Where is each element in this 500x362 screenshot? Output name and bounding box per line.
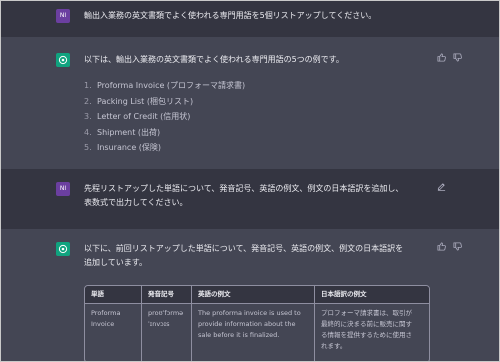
list-number: 5. <box>84 143 92 152</box>
list-item-label: Insurance (保険) <box>97 143 162 152</box>
list-item-label: Letter of Credit (信用状) <box>97 112 191 121</box>
column-header-word: 単語 <box>85 286 142 304</box>
column-header-translation: 日本語訳の例文 <box>315 286 429 304</box>
cell-phonetic: proʊˈfɔrmə ˈɪnvɔɪs <box>142 304 192 361</box>
cell-line: ˈɪnvɔɪs <box>148 320 170 328</box>
thumbs-down-icon[interactable] <box>453 242 462 251</box>
list-item-label: Packing List (梱包リスト) <box>97 96 194 106</box>
table-row: Proforma Invoice proʊˈfɔrmə ˈɪnvɔɪs The … <box>85 304 429 361</box>
cell-line: sale before it is finalized. <box>198 331 280 339</box>
column-header-phonetic: 発音記号 <box>142 286 192 304</box>
cell-line: provide information about the <box>198 320 296 328</box>
list-item: 1. Proforma Invoice (プロフォーマ請求書) <box>84 78 245 94</box>
cell-line: proʊˈfɔrmə <box>148 309 184 317</box>
list-number: 3. <box>84 112 92 121</box>
table-header-row: 単語 発音記号 英語の例文 日本語訳の例文 <box>85 286 429 304</box>
user-message: NI 先程リストアップした単語について、発音記号、英語の例文、例文の日本語訳を追… <box>1 169 499 229</box>
openai-logo-icon <box>58 244 68 254</box>
message-line: 先程リストアップした単語について、発音記号、英語の例文、例文の日本語訳を追加し、 <box>84 184 404 193</box>
cell-line: る情報を提供するために使用さ <box>321 331 412 339</box>
column-header-example: 英語の例文 <box>192 286 315 304</box>
terms-table: 単語 発音記号 英語の例文 日本語訳の例文 Proforma Invoice p… <box>84 285 430 361</box>
user-avatar: NI <box>56 9 70 23</box>
cell-translation: プロフォーマ請求書は、取引が 最終的に決まる前に販売に関す る情報を提供するため… <box>315 304 429 361</box>
user-avatar: NI <box>56 182 70 196</box>
list-item: 3. Letter of Credit (信用状) <box>84 109 245 125</box>
user-message-text: 輸出入業務の英文書類でよく使われる専門用語を5個リストアップしてください。 <box>84 11 377 20</box>
cell-example: The proforma invoice is used to provide … <box>192 304 315 361</box>
thumbs-up-icon[interactable] <box>437 53 446 62</box>
list-item-label: Proforma Invoice (プロフォーマ請求書) <box>97 81 246 90</box>
message-actions <box>433 182 446 193</box>
cell-line: プロフォーマ請求書は、取引が <box>321 309 412 317</box>
assistant-message-text: 以下に、前回リストアップした単語について、発音記号、英語の例文、例文の日本語訳を… <box>84 242 403 270</box>
assistant-avatar <box>56 53 70 67</box>
message-line: 追加しています。 <box>84 258 147 267</box>
list-number: 1. <box>84 81 92 90</box>
assistant-message: 以下は、輸出入業務の英文書類でよく使われる専門用語の5つの例です。 1. Prof… <box>1 37 499 169</box>
thumbs-up-icon[interactable] <box>437 242 446 251</box>
thumbs-down-icon[interactable] <box>453 53 462 62</box>
cell-line: れます。 <box>321 342 347 350</box>
cell-line: Proforma <box>91 309 121 317</box>
message-line: 表数式で出力してください。 <box>84 198 188 207</box>
list-item: 2. Packing List (梱包リスト) <box>84 94 245 110</box>
term-list: 1. Proforma Invoice (プロフォーマ請求書) 2. Packing… <box>84 78 245 156</box>
message-actions <box>433 242 462 253</box>
message-actions <box>433 53 462 64</box>
message-line: 以下に、前回リストアップした単語について、発音記号、英語の例文、例文の日本語訳を <box>84 244 404 253</box>
user-message: NI 輸出入業務の英文書類でよく使われる専門用語を5個リストアップしてください。 <box>1 1 499 37</box>
list-number: 2. <box>84 96 92 106</box>
list-number: 4. <box>84 127 92 137</box>
cell-line: 最終的に決まる前に販売に関す <box>321 320 412 328</box>
list-item: 4. Shipment (出荷) <box>84 125 245 141</box>
assistant-avatar <box>56 242 70 256</box>
openai-logo-icon <box>58 55 68 65</box>
chat-window: NI 輸出入業務の英文書類でよく使われる専門用語を5個リストアップしてください。… <box>0 0 500 362</box>
cell-word: Proforma Invoice <box>85 304 142 361</box>
user-message-text: 先程リストアップした単語について、発音記号、英語の例文、例文の日本語訳を追加し、… <box>84 182 403 210</box>
assistant-message-text: 以下は、輸出入業務の英文書類でよく使われる専門用語の5つの例です。 <box>84 55 344 64</box>
cell-line: The proforma invoice is used to <box>198 309 301 317</box>
edit-icon[interactable] <box>437 182 446 191</box>
list-item-label: Shipment (出荷) <box>97 127 161 137</box>
list-item: 5. Insurance (保険) <box>84 140 245 156</box>
cell-line: Invoice <box>91 320 115 328</box>
